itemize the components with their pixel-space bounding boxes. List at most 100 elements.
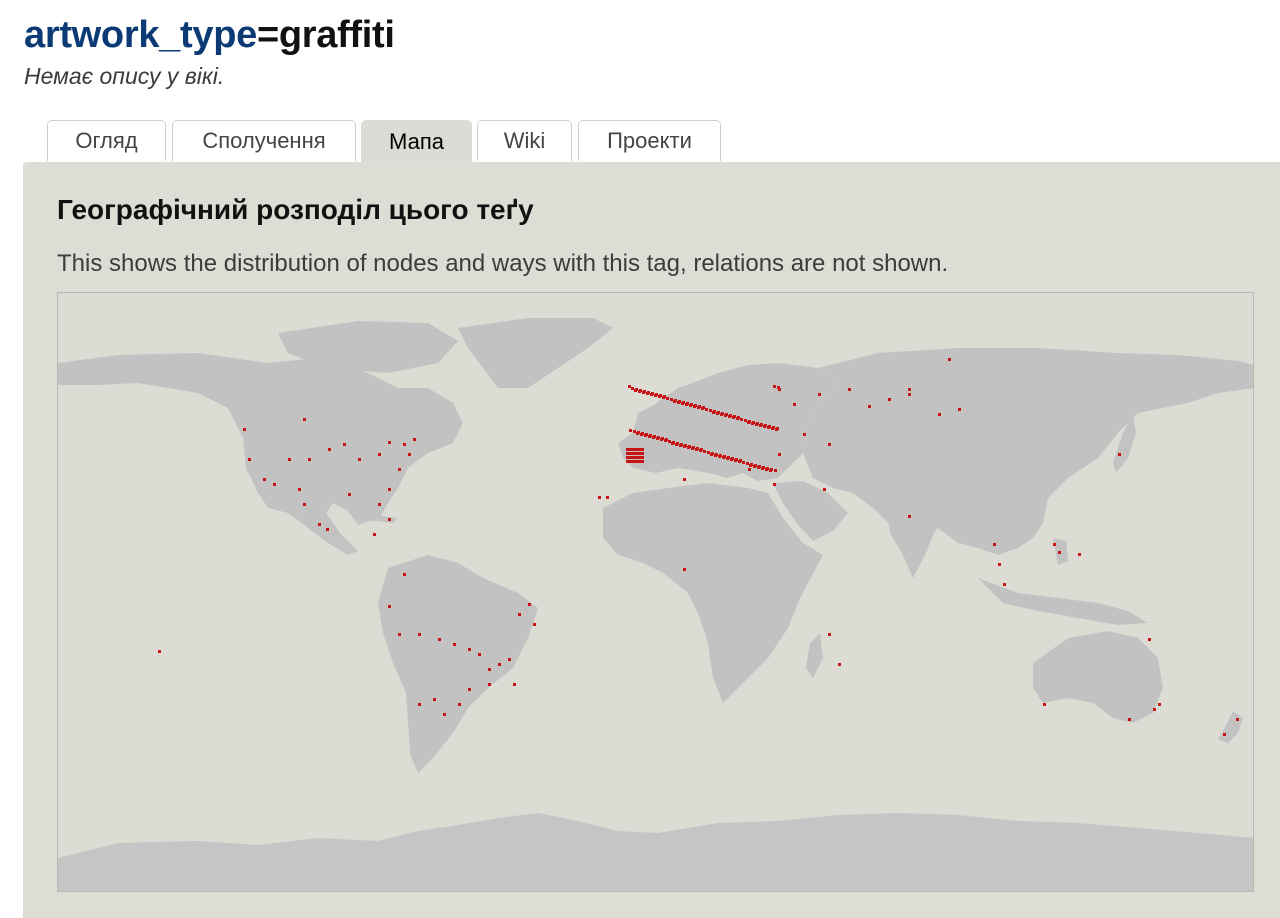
tag-marker bbox=[273, 483, 276, 486]
tag-marker bbox=[908, 393, 911, 396]
tag-marker bbox=[691, 447, 694, 450]
tag-marker bbox=[418, 633, 421, 636]
tag-marker bbox=[670, 398, 673, 401]
tag-key[interactable]: artwork_type bbox=[24, 14, 257, 56]
tag-marker bbox=[488, 668, 491, 671]
tag-marker bbox=[1223, 733, 1226, 736]
tag-marker bbox=[388, 441, 391, 444]
tag-marker bbox=[656, 437, 659, 440]
tag-marker bbox=[650, 393, 653, 396]
tag-marker bbox=[513, 683, 516, 686]
tag-marker bbox=[908, 388, 911, 391]
tag-marker bbox=[718, 455, 721, 458]
tag-marker bbox=[749, 464, 752, 467]
tag-marker bbox=[658, 395, 661, 398]
tab-wiki[interactable]: Wiki bbox=[477, 120, 572, 161]
tag-marker bbox=[508, 658, 511, 661]
tag-marker bbox=[938, 413, 941, 416]
tag-marker bbox=[1236, 718, 1239, 721]
world-map-image bbox=[58, 318, 1253, 891]
tag-marker bbox=[1148, 638, 1151, 641]
tag-marker bbox=[413, 438, 416, 441]
tag-marker bbox=[303, 503, 306, 506]
tag-marker bbox=[646, 392, 649, 395]
tag-marker bbox=[398, 468, 401, 471]
south-america bbox=[378, 555, 538, 773]
tag-marker bbox=[1058, 551, 1061, 554]
tag-marker bbox=[744, 419, 747, 422]
tag-marker bbox=[683, 478, 686, 481]
new-zealand bbox=[1218, 711, 1243, 743]
tag-marker bbox=[638, 448, 641, 451]
tag-marker bbox=[734, 459, 737, 462]
tag-marker bbox=[398, 633, 401, 636]
tag-marker bbox=[771, 427, 774, 430]
tag-marker bbox=[635, 452, 638, 455]
tag-marker bbox=[518, 613, 521, 616]
tag-marker bbox=[747, 421, 750, 424]
tag-marker bbox=[868, 405, 871, 408]
tag-marker bbox=[638, 452, 641, 455]
tag-marker bbox=[318, 523, 321, 526]
tag-marker bbox=[652, 436, 655, 439]
tag-marker bbox=[774, 469, 777, 472]
tag-marker bbox=[443, 713, 446, 716]
tag-marker bbox=[635, 448, 638, 451]
tag-marker bbox=[638, 456, 641, 459]
tag-marker bbox=[773, 385, 776, 388]
tag-marker bbox=[378, 503, 381, 506]
madagascar bbox=[806, 633, 823, 678]
tab-projects[interactable]: Проекти bbox=[578, 120, 721, 161]
tag-marker bbox=[158, 650, 161, 653]
tag-marker bbox=[773, 483, 776, 486]
tag-marker bbox=[793, 403, 796, 406]
tag-marker bbox=[778, 453, 781, 456]
tag-marker bbox=[695, 448, 698, 451]
antarctica bbox=[58, 813, 1253, 891]
tag-marker bbox=[453, 643, 456, 646]
tag-marker bbox=[828, 633, 831, 636]
tag-marker bbox=[683, 568, 686, 571]
tag-marker bbox=[606, 496, 609, 499]
tab-overview[interactable]: Огляд bbox=[47, 120, 166, 161]
tag-marker bbox=[707, 451, 710, 454]
tag-marker bbox=[712, 411, 715, 414]
tag-marker bbox=[753, 465, 756, 468]
tag-marker bbox=[629, 452, 632, 455]
tag-marker bbox=[701, 407, 704, 410]
tag-marker bbox=[629, 429, 632, 432]
tag-marker bbox=[714, 454, 717, 457]
tag-marker bbox=[681, 402, 684, 405]
australia bbox=[1033, 631, 1163, 723]
tab-combinations[interactable]: Сполучення bbox=[172, 120, 356, 161]
tag-marker bbox=[328, 448, 331, 451]
tag-marker bbox=[458, 703, 461, 706]
tag-marker bbox=[629, 460, 632, 463]
tag-marker bbox=[709, 409, 712, 412]
tag-marker bbox=[373, 533, 376, 536]
tag-marker bbox=[626, 448, 629, 451]
tag-marker bbox=[641, 460, 644, 463]
tag-marker bbox=[769, 469, 772, 472]
asia bbox=[803, 348, 1253, 555]
tag-marker bbox=[644, 434, 647, 437]
tag-marker bbox=[1078, 553, 1081, 556]
tag-marker bbox=[348, 493, 351, 496]
tag-marker bbox=[828, 443, 831, 446]
tag-marker bbox=[763, 425, 766, 428]
tag-marker bbox=[848, 388, 851, 391]
tag-marker bbox=[641, 456, 644, 459]
tag-marker bbox=[308, 458, 311, 461]
tab-map[interactable]: Мапа bbox=[361, 120, 472, 163]
tag-marker bbox=[626, 456, 629, 459]
tag-marker bbox=[759, 424, 762, 427]
tag-marker bbox=[641, 452, 644, 455]
tag-marker bbox=[761, 467, 764, 470]
europe bbox=[618, 363, 838, 481]
tag-marker bbox=[748, 468, 751, 471]
tag-marker bbox=[1053, 543, 1056, 546]
tag-marker bbox=[730, 458, 733, 461]
tag-marker bbox=[738, 460, 741, 463]
tag-marker bbox=[740, 418, 743, 421]
tag-marker bbox=[703, 450, 706, 453]
